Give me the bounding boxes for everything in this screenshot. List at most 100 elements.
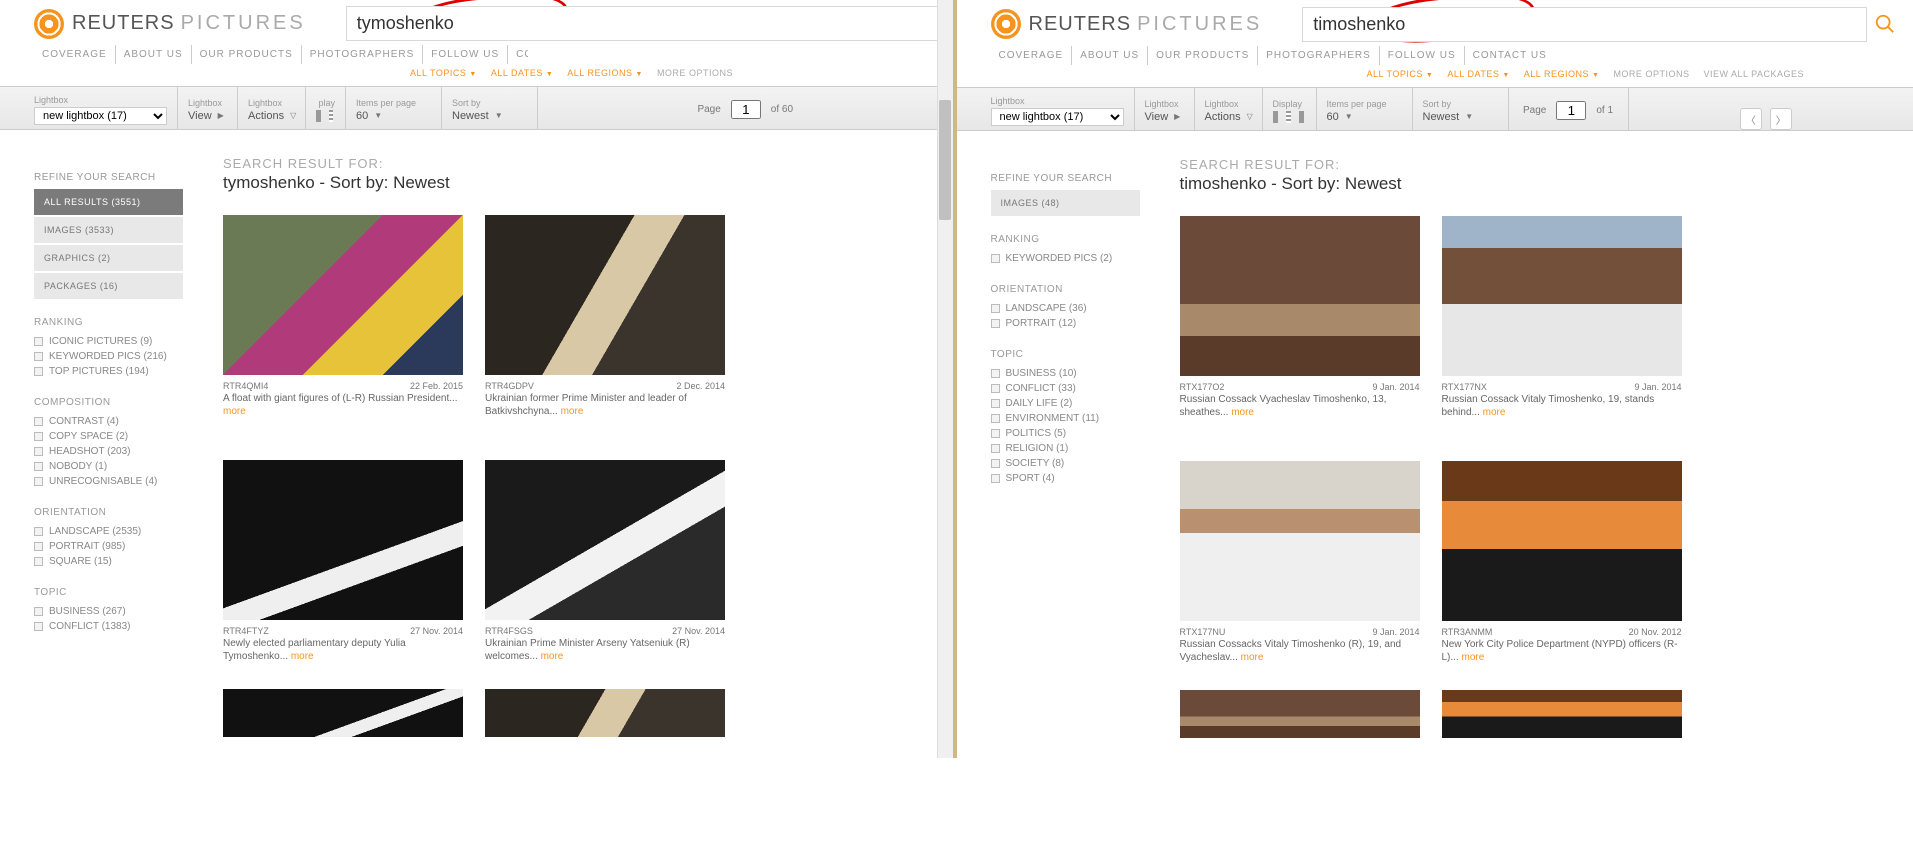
- result-thumb[interactable]: [223, 460, 463, 620]
- checkbox-icon: [991, 399, 1000, 408]
- filter-checkbox[interactable]: KEYWORDED PICS (2): [991, 251, 1140, 266]
- filter-checkbox[interactable]: ICONIC PICTURES (9): [34, 334, 183, 349]
- filter-dates[interactable]: ALL DATES ▼: [1447, 69, 1509, 79]
- filter-regions[interactable]: ALL REGIONS ▼: [1524, 69, 1600, 79]
- filter-topics[interactable]: ALL TOPICS ▼: [1367, 69, 1434, 79]
- filter-checkbox[interactable]: DAILY LIFE (2): [991, 396, 1140, 411]
- result-id: RTX177NX: [1442, 382, 1487, 392]
- filter-checkbox[interactable]: ENVIRONMENT (11): [991, 411, 1140, 426]
- nav-follow[interactable]: FOLLOW US: [1380, 46, 1465, 65]
- more-link[interactable]: more: [1231, 407, 1254, 418]
- facet-button[interactable]: GRAPHICS (2): [34, 245, 183, 271]
- filter-checkbox[interactable]: RELIGION (1): [991, 441, 1140, 456]
- items-per-page[interactable]: 60 ▼: [1327, 111, 1402, 123]
- nav-contact[interactable]: CONTACT US: [508, 45, 528, 64]
- brand-reuters: REUTERS: [72, 12, 175, 35]
- result-thumb[interactable]: [1442, 216, 1682, 376]
- filter-checkbox[interactable]: SPORT (4): [991, 471, 1140, 486]
- filter-checkbox[interactable]: SQUARE (15): [34, 554, 183, 569]
- result-thumb[interactable]: [223, 689, 463, 737]
- filter-checkbox[interactable]: BUSINESS (10): [991, 366, 1140, 381]
- result-thumb[interactable]: [1442, 690, 1682, 738]
- sort-by[interactable]: Newest ▼: [452, 110, 527, 122]
- lightbox-actions[interactable]: Actions ▽: [1205, 111, 1252, 123]
- filter-checkbox[interactable]: POLITICS (5): [991, 426, 1140, 441]
- topic-heading: TOPIC: [991, 349, 1140, 360]
- filter-checkbox[interactable]: CONFLICT (1383): [34, 619, 183, 634]
- more-link[interactable]: more: [561, 406, 584, 417]
- facet-button[interactable]: ALL RESULTS (3551): [34, 189, 183, 215]
- result-date: 22 Feb. 2015: [410, 381, 463, 391]
- more-link[interactable]: more: [541, 651, 564, 662]
- filter-checkbox[interactable]: CONTRAST (4): [34, 414, 183, 429]
- lightbox-select[interactable]: new lightbox (17): [991, 108, 1124, 126]
- result-thumb[interactable]: [223, 215, 463, 375]
- more-link[interactable]: more: [291, 651, 314, 662]
- filter-checkbox[interactable]: NOBODY (1): [34, 459, 183, 474]
- search-button[interactable]: [1867, 6, 1903, 42]
- filter-checkbox[interactable]: SOCIETY (8): [991, 456, 1140, 471]
- filter-regions[interactable]: ALL REGIONS ▼: [567, 68, 643, 78]
- lightbox-view[interactable]: View ▶: [1145, 111, 1184, 123]
- lightbox-view[interactable]: View ▶: [188, 110, 227, 122]
- nav-about[interactable]: ABOUT US: [1072, 46, 1148, 65]
- filter-checkbox[interactable]: COPY SPACE (2): [34, 429, 183, 444]
- filter-topics[interactable]: ALL TOPICS ▼: [410, 68, 477, 78]
- more-link[interactable]: more: [1483, 407, 1506, 418]
- filter-dates[interactable]: ALL DATES ▼: [491, 68, 553, 78]
- page-input[interactable]: [1556, 101, 1586, 120]
- facet-button[interactable]: PACKAGES (16): [34, 273, 183, 299]
- search-input[interactable]: [346, 6, 943, 41]
- result-thumb[interactable]: [1180, 216, 1420, 376]
- more-link[interactable]: more: [223, 406, 246, 417]
- filter-checkbox[interactable]: TOP PICTURES (194): [34, 364, 183, 379]
- nav-about[interactable]: ABOUT US: [116, 45, 192, 64]
- page-input[interactable]: [731, 100, 761, 119]
- scrollbar[interactable]: [937, 0, 953, 758]
- nav-coverage[interactable]: COVERAGE: [34, 45, 116, 64]
- nav-contact[interactable]: CONTACT US: [1465, 46, 1555, 65]
- facet-button[interactable]: IMAGES (48): [991, 190, 1140, 216]
- nav-products[interactable]: OUR PRODUCTS: [192, 45, 302, 64]
- facet-button[interactable]: IMAGES (3533): [34, 217, 183, 243]
- checkbox-icon: [991, 459, 1000, 468]
- filter-more[interactable]: MORE OPTIONS: [657, 68, 733, 78]
- result-thumb[interactable]: [1180, 461, 1420, 621]
- lightbox-select[interactable]: new lightbox (17): [34, 107, 167, 125]
- nav-follow[interactable]: FOLLOW US: [423, 45, 508, 64]
- filter-checkbox[interactable]: CONFLICT (33): [991, 381, 1140, 396]
- chevron-down-icon: ▽: [1247, 112, 1253, 121]
- result-thumb[interactable]: [485, 689, 725, 737]
- nav-coverage[interactable]: COVERAGE: [991, 46, 1073, 65]
- next-page-button[interactable]: 〉: [1770, 108, 1792, 130]
- filter-checkbox[interactable]: PORTRAIT (985): [34, 539, 183, 554]
- nav-photographers[interactable]: PHOTOGRAPHERS: [1258, 46, 1380, 65]
- nav-products[interactable]: OUR PRODUCTS: [1148, 46, 1258, 65]
- result-thumb[interactable]: [485, 460, 725, 620]
- filter-checkbox[interactable]: LANDSCAPE (36): [991, 301, 1140, 316]
- chevron-down-icon: ▼: [1345, 112, 1353, 121]
- ranking-heading: RANKING: [34, 317, 183, 328]
- filter-checkbox[interactable]: BUSINESS (267): [34, 604, 183, 619]
- filter-checkbox[interactable]: KEYWORDED PICS (216): [34, 349, 183, 364]
- more-link[interactable]: more: [1462, 652, 1485, 663]
- filter-more[interactable]: MORE OPTIONS: [1613, 69, 1689, 79]
- items-per-page[interactable]: 60 ▼: [356, 110, 431, 122]
- filter-checkbox[interactable]: PORTRAIT (12): [991, 316, 1140, 331]
- more-link[interactable]: more: [1241, 652, 1264, 663]
- nav-photographers[interactable]: PHOTOGRAPHERS: [302, 45, 424, 64]
- display-toggle[interactable]: [1273, 111, 1306, 123]
- result-caption: Ukrainian Prime Minister Arseny Yatseniu…: [485, 637, 725, 663]
- search-input[interactable]: [1302, 7, 1867, 42]
- filter-checkbox[interactable]: LANDSCAPE (2535): [34, 524, 183, 539]
- result-thumb[interactable]: [1442, 461, 1682, 621]
- filter-checkbox[interactable]: UNRECOGNISABLE (4): [34, 474, 183, 489]
- lightbox-actions[interactable]: Actions ▽: [248, 110, 295, 122]
- sort-by[interactable]: Newest ▼: [1423, 111, 1498, 123]
- result-thumb[interactable]: [1180, 690, 1420, 738]
- result-thumb[interactable]: [485, 215, 725, 375]
- display-toggle[interactable]: [316, 110, 335, 122]
- view-all-packages[interactable]: VIEW ALL PACKAGES: [1703, 69, 1804, 79]
- filter-checkbox[interactable]: HEADSHOT (203): [34, 444, 183, 459]
- prev-page-button[interactable]: 〈: [1740, 108, 1762, 130]
